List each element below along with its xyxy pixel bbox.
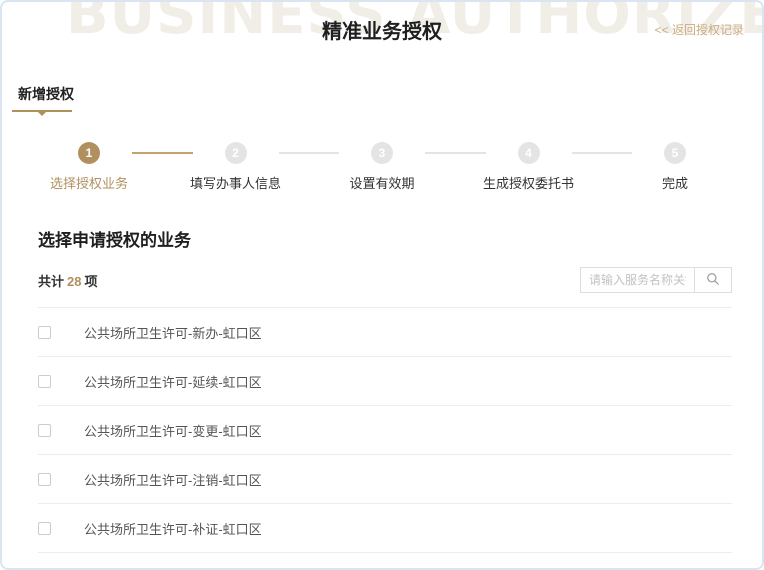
step-connector xyxy=(425,152,486,154)
step-connector xyxy=(132,152,193,154)
service-checkbox[interactable] xyxy=(38,424,51,437)
step-1: 1 选择授权业务 xyxy=(46,142,132,192)
step-3-circle: 3 xyxy=(371,142,393,164)
step-4: 4 生成授权委托书 xyxy=(486,142,572,192)
step-4-circle: 4 xyxy=(518,142,540,164)
total-count-suffix: 项 xyxy=(84,274,97,289)
page: BUSINESS AUTHORIZED 精准业务授权 << 返回授权记录 新增授… xyxy=(0,0,764,570)
tab-new-authorization[interactable]: 新增授权 xyxy=(18,84,74,112)
step-5-circle: 5 xyxy=(664,142,686,164)
service-checkbox[interactable] xyxy=(38,375,51,388)
step-2: 2 填写办事人信息 xyxy=(193,142,279,192)
page-title: 精准业务授权 xyxy=(2,2,762,44)
service-name: 公共场所卫生许可-新办-虹口区 xyxy=(84,323,262,342)
search-button[interactable] xyxy=(694,267,732,293)
step-1-circle: 1 xyxy=(78,142,100,164)
service-search xyxy=(580,267,732,293)
service-list: 公共场所卫生许可-新办-虹口区 公共场所卫生许可-延续-虹口区 公共场所卫生许可… xyxy=(38,307,732,570)
step-connector xyxy=(572,152,633,154)
step-indicator: 1 选择授权业务 2 填写办事人信息 3 设置有效期 4 生成授权委托书 5 完… xyxy=(46,142,718,192)
step-2-circle: 2 xyxy=(225,142,247,164)
service-checkbox[interactable] xyxy=(38,522,51,535)
step-2-label: 填写办事人信息 xyxy=(190,173,281,192)
tab-label: 新增授权 xyxy=(18,86,74,102)
list-toolbar: 共计28项 xyxy=(38,267,732,293)
step-5: 5 完成 xyxy=(632,142,718,192)
total-count: 共计28项 xyxy=(38,271,98,290)
step-5-label: 完成 xyxy=(662,173,688,192)
search-icon xyxy=(706,272,720,289)
service-row[interactable]: 建筑工地夜间施工作业审批-新办-虹口区 证照授权 xyxy=(38,553,732,570)
search-input[interactable] xyxy=(580,267,694,293)
service-row[interactable]: 公共场所卫生许可-新办-虹口区 xyxy=(38,308,732,357)
service-name: 公共场所卫生许可-补证-虹口区 xyxy=(84,519,262,538)
service-name: 公共场所卫生许可-变更-虹口区 xyxy=(84,421,262,440)
total-count-number: 28 xyxy=(67,274,81,289)
service-row[interactable]: 公共场所卫生许可-注销-虹口区 xyxy=(38,455,732,504)
service-name: 公共场所卫生许可-注销-虹口区 xyxy=(84,470,262,489)
step-3: 3 设置有效期 xyxy=(339,142,425,192)
section-heading: 选择申请授权的业务 xyxy=(38,226,762,251)
step-1-label: 选择授权业务 xyxy=(50,173,128,192)
service-row[interactable]: 公共场所卫生许可-延续-虹口区 xyxy=(38,357,732,406)
service-row[interactable]: 公共场所卫生许可-变更-虹口区 xyxy=(38,406,732,455)
tab-active-indicator xyxy=(12,110,72,112)
service-checkbox[interactable] xyxy=(38,473,51,486)
total-count-prefix: 共计 xyxy=(38,274,64,289)
back-to-records-link[interactable]: << 返回授权记录 xyxy=(655,21,744,38)
step-3-label: 设置有效期 xyxy=(349,173,414,192)
service-row[interactable]: 公共场所卫生许可-补证-虹口区 xyxy=(38,504,732,553)
service-checkbox[interactable] xyxy=(38,326,51,339)
header: 精准业务授权 << 返回授权记录 xyxy=(2,2,762,44)
step-connector xyxy=(279,152,340,154)
step-4-label: 生成授权委托书 xyxy=(483,173,574,192)
service-name: 公共场所卫生许可-延续-虹口区 xyxy=(84,372,262,391)
